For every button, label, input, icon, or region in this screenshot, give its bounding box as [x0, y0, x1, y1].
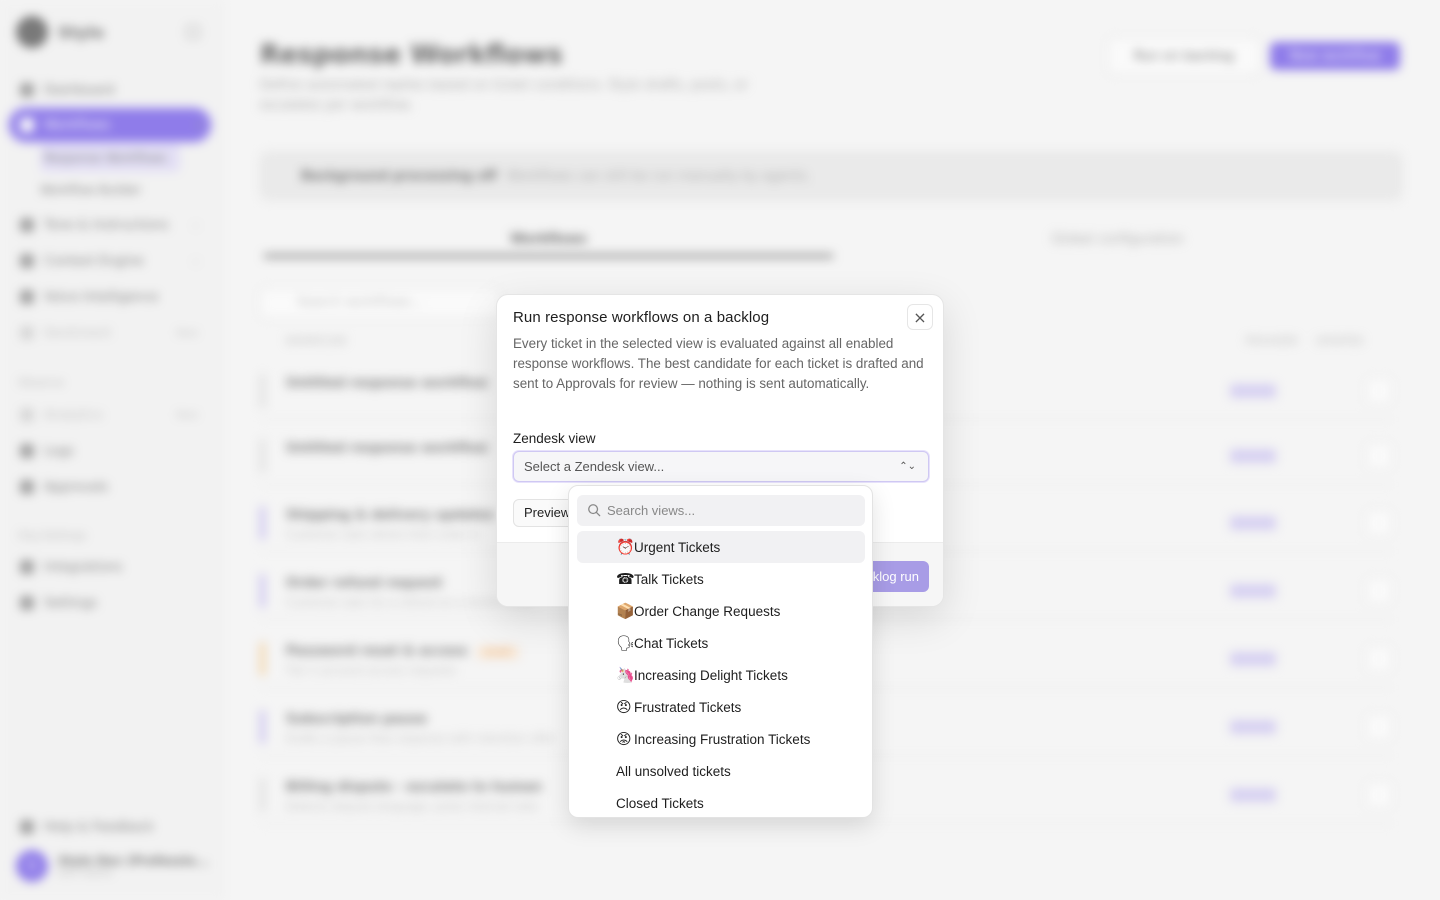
view-option[interactable]: 🦄 Increasing Delight Tickets: [577, 659, 865, 691]
view-option[interactable]: 🗣 Chat Tickets: [577, 627, 865, 659]
view-emoji-icon: ☎: [616, 570, 635, 588]
view-emoji-icon: 📦: [616, 602, 635, 620]
view-option[interactable]: 😠 Frustrated Tickets: [577, 691, 865, 723]
view-option[interactable]: Closed Tickets: [577, 787, 865, 817]
zendesk-view-select[interactable]: Select a Zendesk view... ⌃⌄: [513, 451, 929, 482]
view-emoji-icon: 😠: [616, 698, 632, 716]
view-option-label: Order Change Requests: [634, 603, 781, 619]
view-option[interactable]: ⏰ Urgent Tickets: [577, 531, 865, 563]
view-option-label: Urgent Tickets: [634, 539, 721, 555]
select-placeholder: Select a Zendesk view...: [524, 459, 665, 474]
view-option-label: Talk Tickets: [634, 571, 704, 587]
view-option-label: Chat Tickets: [634, 635, 709, 651]
view-option[interactable]: 😡 Increasing Frustration Tickets: [577, 723, 865, 755]
view-search-input[interactable]: [607, 495, 857, 526]
view-emoji-icon: ⏰: [616, 538, 635, 556]
view-option-label: All unsolved tickets: [616, 763, 731, 779]
modal-description: Every ticket in the selected view is eva…: [513, 336, 924, 391]
view-emoji-icon: 🦄: [616, 666, 635, 684]
search-icon: [588, 504, 601, 517]
view-emoji-icon: 🗣: [616, 634, 636, 652]
view-emoji-icon: 😡: [616, 730, 632, 748]
chevron-up-down-icon: ⌃⌄: [899, 461, 916, 472]
view-option-label: Closed Tickets: [616, 795, 704, 811]
view-option-list: ⏰ Urgent Tickets ☎ Talk Tickets 📦 Order Chang…: [577, 531, 865, 817]
view-option-label: Increasing Delight Tickets: [634, 667, 788, 683]
close-icon[interactable]: ×: [907, 304, 933, 330]
view-search-box: [577, 495, 865, 526]
view-option-label: Increasing Frustration Tickets: [634, 731, 811, 747]
view-option[interactable]: 📦 Order Change Requests: [577, 595, 865, 627]
modal-title: Run response workflows on a backlog: [513, 309, 770, 326]
view-option[interactable]: ☎ Talk Tickets: [577, 563, 865, 595]
view-option-label: Frustrated Tickets: [634, 699, 742, 715]
zendesk-view-label: Zendesk view: [513, 431, 596, 446]
zendesk-view-dropdown: ⏰Urgent Tickets☎Talk Tickets📦Order Chang…: [568, 485, 873, 818]
view-option[interactable]: All unsolved tickets: [577, 755, 865, 787]
